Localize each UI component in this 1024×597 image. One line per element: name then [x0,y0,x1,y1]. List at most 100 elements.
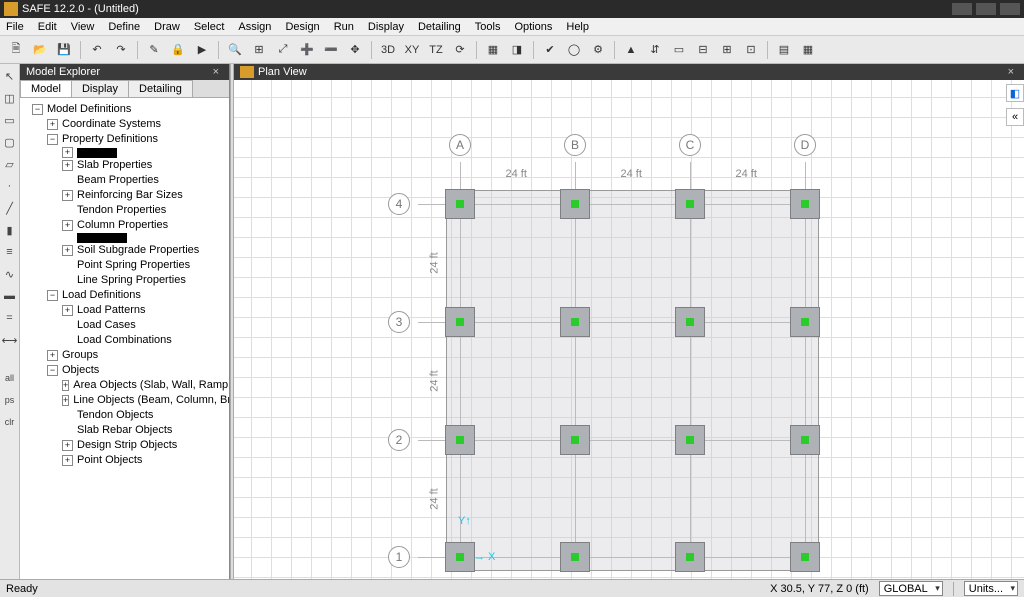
prev-select-button[interactable]: ps [2,392,18,408]
close-button[interactable] [1000,3,1020,15]
menu-design[interactable]: Design [285,21,319,33]
tree-pointobj[interactable]: Point Objects [77,453,142,468]
tree-loadcomb[interactable]: Load Combinations [77,333,172,348]
expand-icon[interactable]: − [47,365,58,376]
tree-psp[interactable]: Point Spring Properties [77,258,190,273]
strip-tool[interactable]: ▬ [2,288,18,304]
expand-icon[interactable]: + [62,160,73,171]
run-button[interactable]: ▶ [192,40,212,60]
dim-tool[interactable]: ⟷ [2,332,18,348]
expand-icon[interactable]: + [62,190,73,201]
tree-root[interactable]: Model Definitions [47,102,131,117]
zoom-window-button[interactable]: 🔍 [225,40,245,60]
column-point[interactable] [686,553,694,561]
tree-slabp[interactable]: Slab Properties [77,158,152,173]
column-point[interactable] [571,200,579,208]
menu-view[interactable]: View [71,21,95,33]
expand-icon[interactable]: « [1006,108,1024,126]
menu-options[interactable]: Options [514,21,552,33]
menu-help[interactable]: Help [566,21,589,33]
column-point[interactable] [456,553,464,561]
tree-slabrebar[interactable]: Slab Rebar Objects [77,423,172,438]
poly-tool[interactable]: ▱ [2,156,18,172]
tab-display[interactable]: Display [71,80,129,97]
explorer-close-button[interactable]: × [209,66,223,78]
tree-lineobj[interactable]: Line Objects (Beam, Column, Brace, Null) [73,393,229,408]
tree-redacted2[interactable] [77,233,127,243]
tree-loaddef[interactable]: Load Definitions [62,288,141,303]
render-button[interactable]: ◨ [507,40,527,60]
open-button[interactable]: 📂 [30,40,50,60]
tree-redacted[interactable] [77,148,117,158]
tree-colp[interactable]: Column Properties [77,218,168,233]
tool-g-button[interactable]: ▤ [774,40,794,60]
zoom-extents-button[interactable]: ⊞ [249,40,269,60]
maximize-button[interactable] [976,3,996,15]
expand-icon[interactable]: + [62,147,73,158]
units-dropdown[interactable]: Units... [964,581,1018,596]
reshape-tool[interactable]: ◫ [2,90,18,106]
column-point[interactable] [456,318,464,326]
menu-assign[interactable]: Assign [238,21,271,33]
tendon-tool[interactable]: ∿ [2,266,18,282]
tree-coord[interactable]: Coordinate Systems [62,117,161,132]
tree-loadcase[interactable]: Load Cases [77,318,136,333]
tool-e-button[interactable]: ⊞ [717,40,737,60]
expand-icon[interactable]: + [62,245,73,256]
tree-objects[interactable]: Objects [62,363,99,378]
rect-tool[interactable]: ▢ [2,134,18,150]
tree-designstrip[interactable]: Design Strip Objects [77,438,177,453]
tree-soil[interactable]: Soil Subgrade Properties [77,243,199,258]
column-point[interactable] [456,200,464,208]
menu-file[interactable]: File [6,21,24,33]
zoom-previous-button[interactable]: ⤢ [273,40,293,60]
column-point[interactable] [686,318,694,326]
expand-icon[interactable]: − [47,290,58,301]
column-point[interactable] [571,553,579,561]
tool-a-button[interactable]: ▲ [621,40,641,60]
display-options-button[interactable]: ▦ [483,40,503,60]
column-tool[interactable]: ▮ [2,222,18,238]
teamviewer-icon[interactable]: ◧ [1006,84,1024,102]
rotate-button[interactable]: ⟳ [450,40,470,60]
coord-system-dropdown[interactable]: GLOBAL [879,581,943,596]
column-point[interactable] [801,436,809,444]
tree-beamp[interactable]: Beam Properties [77,173,159,188]
column-point[interactable] [801,318,809,326]
expand-icon[interactable]: + [62,395,69,406]
rebar-tool[interactable]: = [2,310,18,326]
slab-tool[interactable]: ▭ [2,112,18,128]
undo-button[interactable]: ↶ [87,40,107,60]
tree-groups[interactable]: Groups [62,348,98,363]
column-point[interactable] [801,553,809,561]
tool-f-button[interactable]: ⊡ [741,40,761,60]
tab-detailing[interactable]: Detailing [128,80,193,97]
pointer-tool[interactable]: ↖ [2,68,18,84]
tree-lsp[interactable]: Line Spring Properties [77,273,186,288]
tree-loadpat[interactable]: Load Patterns [77,303,146,318]
check-button[interactable]: ✔ [540,40,560,60]
beam-tool[interactable]: ≡ [2,244,18,260]
menu-display[interactable]: Display [368,21,404,33]
plan-canvas[interactable]: ABCD432124 ft24 ft24 ft24 ft24 ft24 ftY↑… [234,80,1024,579]
zoom-in-button[interactable]: ➕ [297,40,317,60]
tool-h-button[interactable]: ▦ [798,40,818,60]
column-point[interactable] [686,200,694,208]
expand-icon[interactable]: + [62,440,73,451]
tree-tendonobj[interactable]: Tendon Objects [77,408,153,423]
plan-view-close-button[interactable]: × [1004,66,1018,78]
wrench-button[interactable]: ⚙ [588,40,608,60]
tool-d-button[interactable]: ⊟ [693,40,713,60]
tool-b-button[interactable]: ⇵ [645,40,665,60]
column-point[interactable] [456,436,464,444]
expand-icon[interactable]: − [32,104,43,115]
tree-propdef[interactable]: Property Definitions [62,132,158,147]
expand-icon[interactable]: + [62,455,73,466]
column-point[interactable] [686,436,694,444]
menu-draw[interactable]: Draw [154,21,180,33]
lock-button[interactable]: 🔒 [168,40,188,60]
menu-run[interactable]: Run [334,21,354,33]
refresh-button[interactable]: ✎ [144,40,164,60]
expand-icon[interactable]: + [47,119,58,130]
select-all-button[interactable]: all [2,370,18,386]
